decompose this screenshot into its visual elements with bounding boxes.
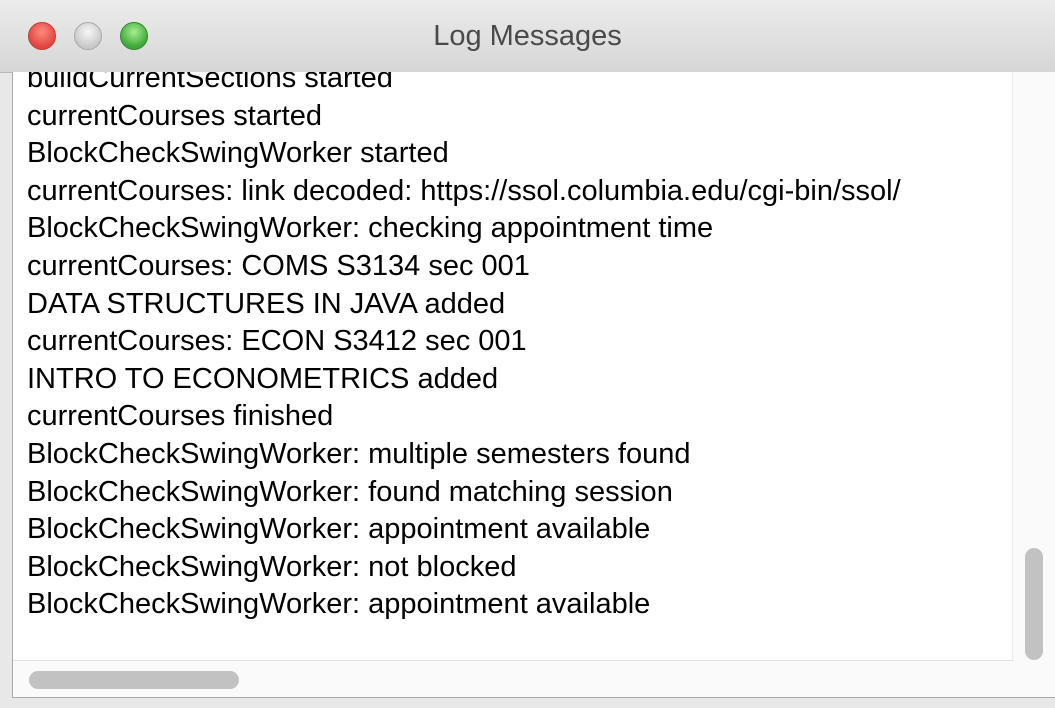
vertical-scrollbar-thumb[interactable] bbox=[1025, 548, 1043, 660]
log-messages-window: Log Messages buildCurrentSections starte… bbox=[0, 0, 1055, 708]
log-line: buildCurrentSections started bbox=[27, 72, 393, 94]
log-line: BlockCheckSwingWorker: appointment avail… bbox=[27, 513, 651, 546]
title-bar[interactable]: Log Messages bbox=[0, 0, 1055, 73]
log-line: BlockCheckSwingWorker: checking appointm… bbox=[27, 212, 714, 245]
log-line: DATA STRUCTURES IN JAVA added bbox=[27, 287, 506, 320]
log-line: BlockCheckSwingWorker: not blocked bbox=[27, 550, 517, 583]
log-line: INTRO TO ECONOMETRICS added bbox=[27, 362, 499, 395]
horizontal-scrollbar-thumb[interactable] bbox=[29, 671, 239, 689]
log-line: BlockCheckSwingWorker: multiple semester… bbox=[27, 437, 691, 470]
log-line: currentCourses started bbox=[27, 99, 322, 132]
log-line: currentCourses: COMS S3134 sec 001 bbox=[27, 249, 530, 282]
log-line: currentCourses: ECON S3412 sec 001 bbox=[27, 325, 527, 358]
log-list: buildCurrentSections started currentCour… bbox=[27, 72, 1055, 624]
log-line: currentCourses: link decoded: https://ss… bbox=[27, 174, 901, 207]
log-line: BlockCheckSwingWorker: found matching se… bbox=[27, 475, 673, 508]
log-line: currentCourses finished bbox=[27, 400, 334, 433]
horizontal-scrollbar[interactable] bbox=[13, 660, 1013, 697]
log-line: BlockCheckSwingWorker: appointment avail… bbox=[27, 588, 651, 621]
log-line: BlockCheckSwingWorker started bbox=[27, 137, 449, 170]
scroll-corner bbox=[1013, 661, 1055, 697]
vertical-scrollbar[interactable] bbox=[1012, 72, 1055, 697]
log-text-area[interactable]: buildCurrentSections started currentCour… bbox=[12, 72, 1055, 698]
window-title: Log Messages bbox=[433, 20, 622, 52]
